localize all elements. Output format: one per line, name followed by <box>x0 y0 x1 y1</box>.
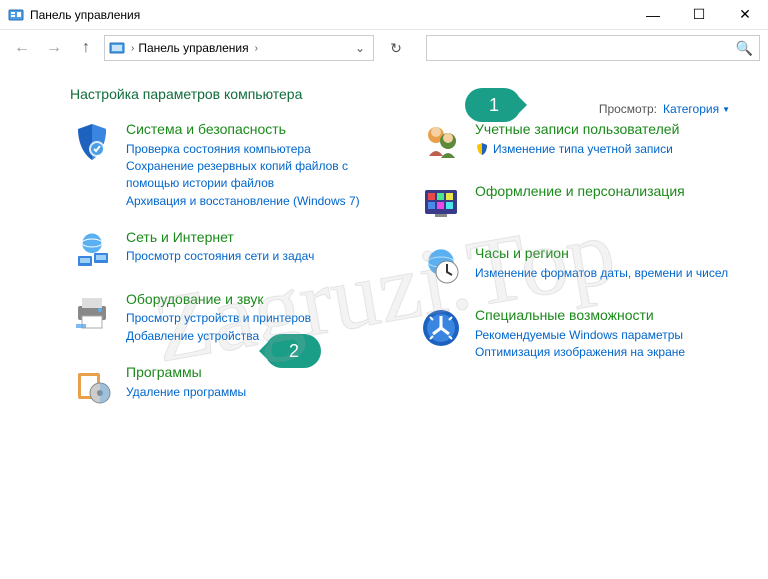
column-right: Учетные записи пользователей Изменение т… <box>419 120 738 425</box>
category-programs: Программы Удаление программы <box>70 363 389 407</box>
category-title[interactable]: Система и безопасность <box>126 120 389 140</box>
search-input[interactable]: 🔍 <box>426 35 760 61</box>
search-icon: 🔍 <box>736 40 753 57</box>
personalization-icon <box>419 182 463 226</box>
printer-icon <box>70 290 114 334</box>
column-left: Система и безопасность Проверка состояни… <box>70 120 389 425</box>
shield-icon <box>70 120 114 164</box>
category-accounts: Учетные записи пользователей Изменение т… <box>419 120 738 164</box>
category-title[interactable]: Специальные возможности <box>475 306 685 326</box>
minimize-button[interactable]: — <box>630 0 676 30</box>
address-bar[interactable]: › Панель управления › ⌄ <box>104 35 374 61</box>
programs-icon <box>70 363 114 407</box>
category-link[interactable]: Оптимизация изображения на экране <box>475 344 685 361</box>
breadcrumb[interactable]: Панель управления <box>138 41 248 55</box>
category-link[interactable]: Просмотр состояния сети и задач <box>126 248 314 265</box>
category-title[interactable]: Программы <box>126 363 246 383</box>
category-link[interactable]: Проверка состояния компьютера <box>126 141 389 158</box>
control-panel-icon <box>109 40 125 56</box>
content: Настройка параметров компьютера Система … <box>0 66 768 425</box>
chevron-down-icon: ▼ <box>722 105 730 114</box>
view-by-value: Категория <box>663 102 719 116</box>
close-button[interactable]: ✕ <box>722 0 768 30</box>
category-title[interactable]: Сеть и Интернет <box>126 228 314 248</box>
category-title[interactable]: Оформление и персонализация <box>475 182 685 202</box>
category-link[interactable]: Сохранение резервных копий файлов с помо… <box>126 158 389 192</box>
view-by-label: Просмотр: <box>599 102 657 116</box>
control-panel-icon <box>8 7 24 23</box>
category-link[interactable]: Изменение типа учетной записи <box>493 141 673 158</box>
up-button[interactable]: ↑ <box>72 34 100 62</box>
category-clock-region: Часы и регион Изменение форматов даты, в… <box>419 244 738 288</box>
category-accessibility: Специальные возможности Рекомендуемые Wi… <box>419 306 738 361</box>
category-link[interactable]: Архивация и восстановление (Windows 7) <box>126 193 389 210</box>
category-network: Сеть и Интернет Просмотр состояния сети … <box>70 228 389 272</box>
back-button[interactable]: ← <box>8 34 36 62</box>
chevron-right-icon[interactable]: › <box>255 43 258 54</box>
maximize-button[interactable]: ☐ <box>676 0 722 30</box>
category-system-security: Система и безопасность Проверка состояни… <box>70 120 389 210</box>
category-columns: Система и безопасность Проверка состояни… <box>70 120 738 425</box>
refresh-button[interactable]: ↻ <box>382 35 410 61</box>
uac-shield-icon <box>475 142 489 156</box>
view-by-dropdown[interactable]: Категория ▼ <box>663 102 730 116</box>
page-title: Настройка параметров компьютера <box>70 86 738 102</box>
annotation-marker-2: 2 <box>265 334 321 368</box>
category-appearance: Оформление и персонализация <box>419 182 738 226</box>
chevron-right-icon[interactable]: › <box>131 43 134 54</box>
category-link[interactable]: Рекомендуемые Windows параметры <box>475 327 685 344</box>
category-hardware: Оборудование и звук Просмотр устройств и… <box>70 290 389 345</box>
category-link[interactable]: Изменение форматов даты, времени и чисел <box>475 265 728 282</box>
network-icon <box>70 228 114 272</box>
category-title[interactable]: Часы и регион <box>475 244 728 264</box>
view-by-row: Просмотр: Категория ▼ <box>599 102 730 116</box>
titlebar: Панель управления — ☐ ✕ <box>0 0 768 30</box>
clock-icon <box>419 244 463 288</box>
window-title: Панель управления <box>30 8 140 22</box>
category-link[interactable]: Удаление программы <box>126 384 246 401</box>
nav-bar: ← → ↑ › Панель управления › ⌄ ↻ 🔍 <box>0 30 768 66</box>
category-title[interactable]: Учетные записи пользователей <box>475 120 679 140</box>
accessibility-icon <box>419 306 463 350</box>
category-title[interactable]: Оборудование и звук <box>126 290 311 310</box>
users-icon <box>419 120 463 164</box>
address-dropdown[interactable]: ⌄ <box>351 41 369 55</box>
category-link[interactable]: Просмотр устройств и принтеров <box>126 310 311 327</box>
annotation-marker-1: 1 <box>465 88 521 122</box>
forward-button[interactable]: → <box>40 34 68 62</box>
window-controls: — ☐ ✕ <box>630 0 768 30</box>
